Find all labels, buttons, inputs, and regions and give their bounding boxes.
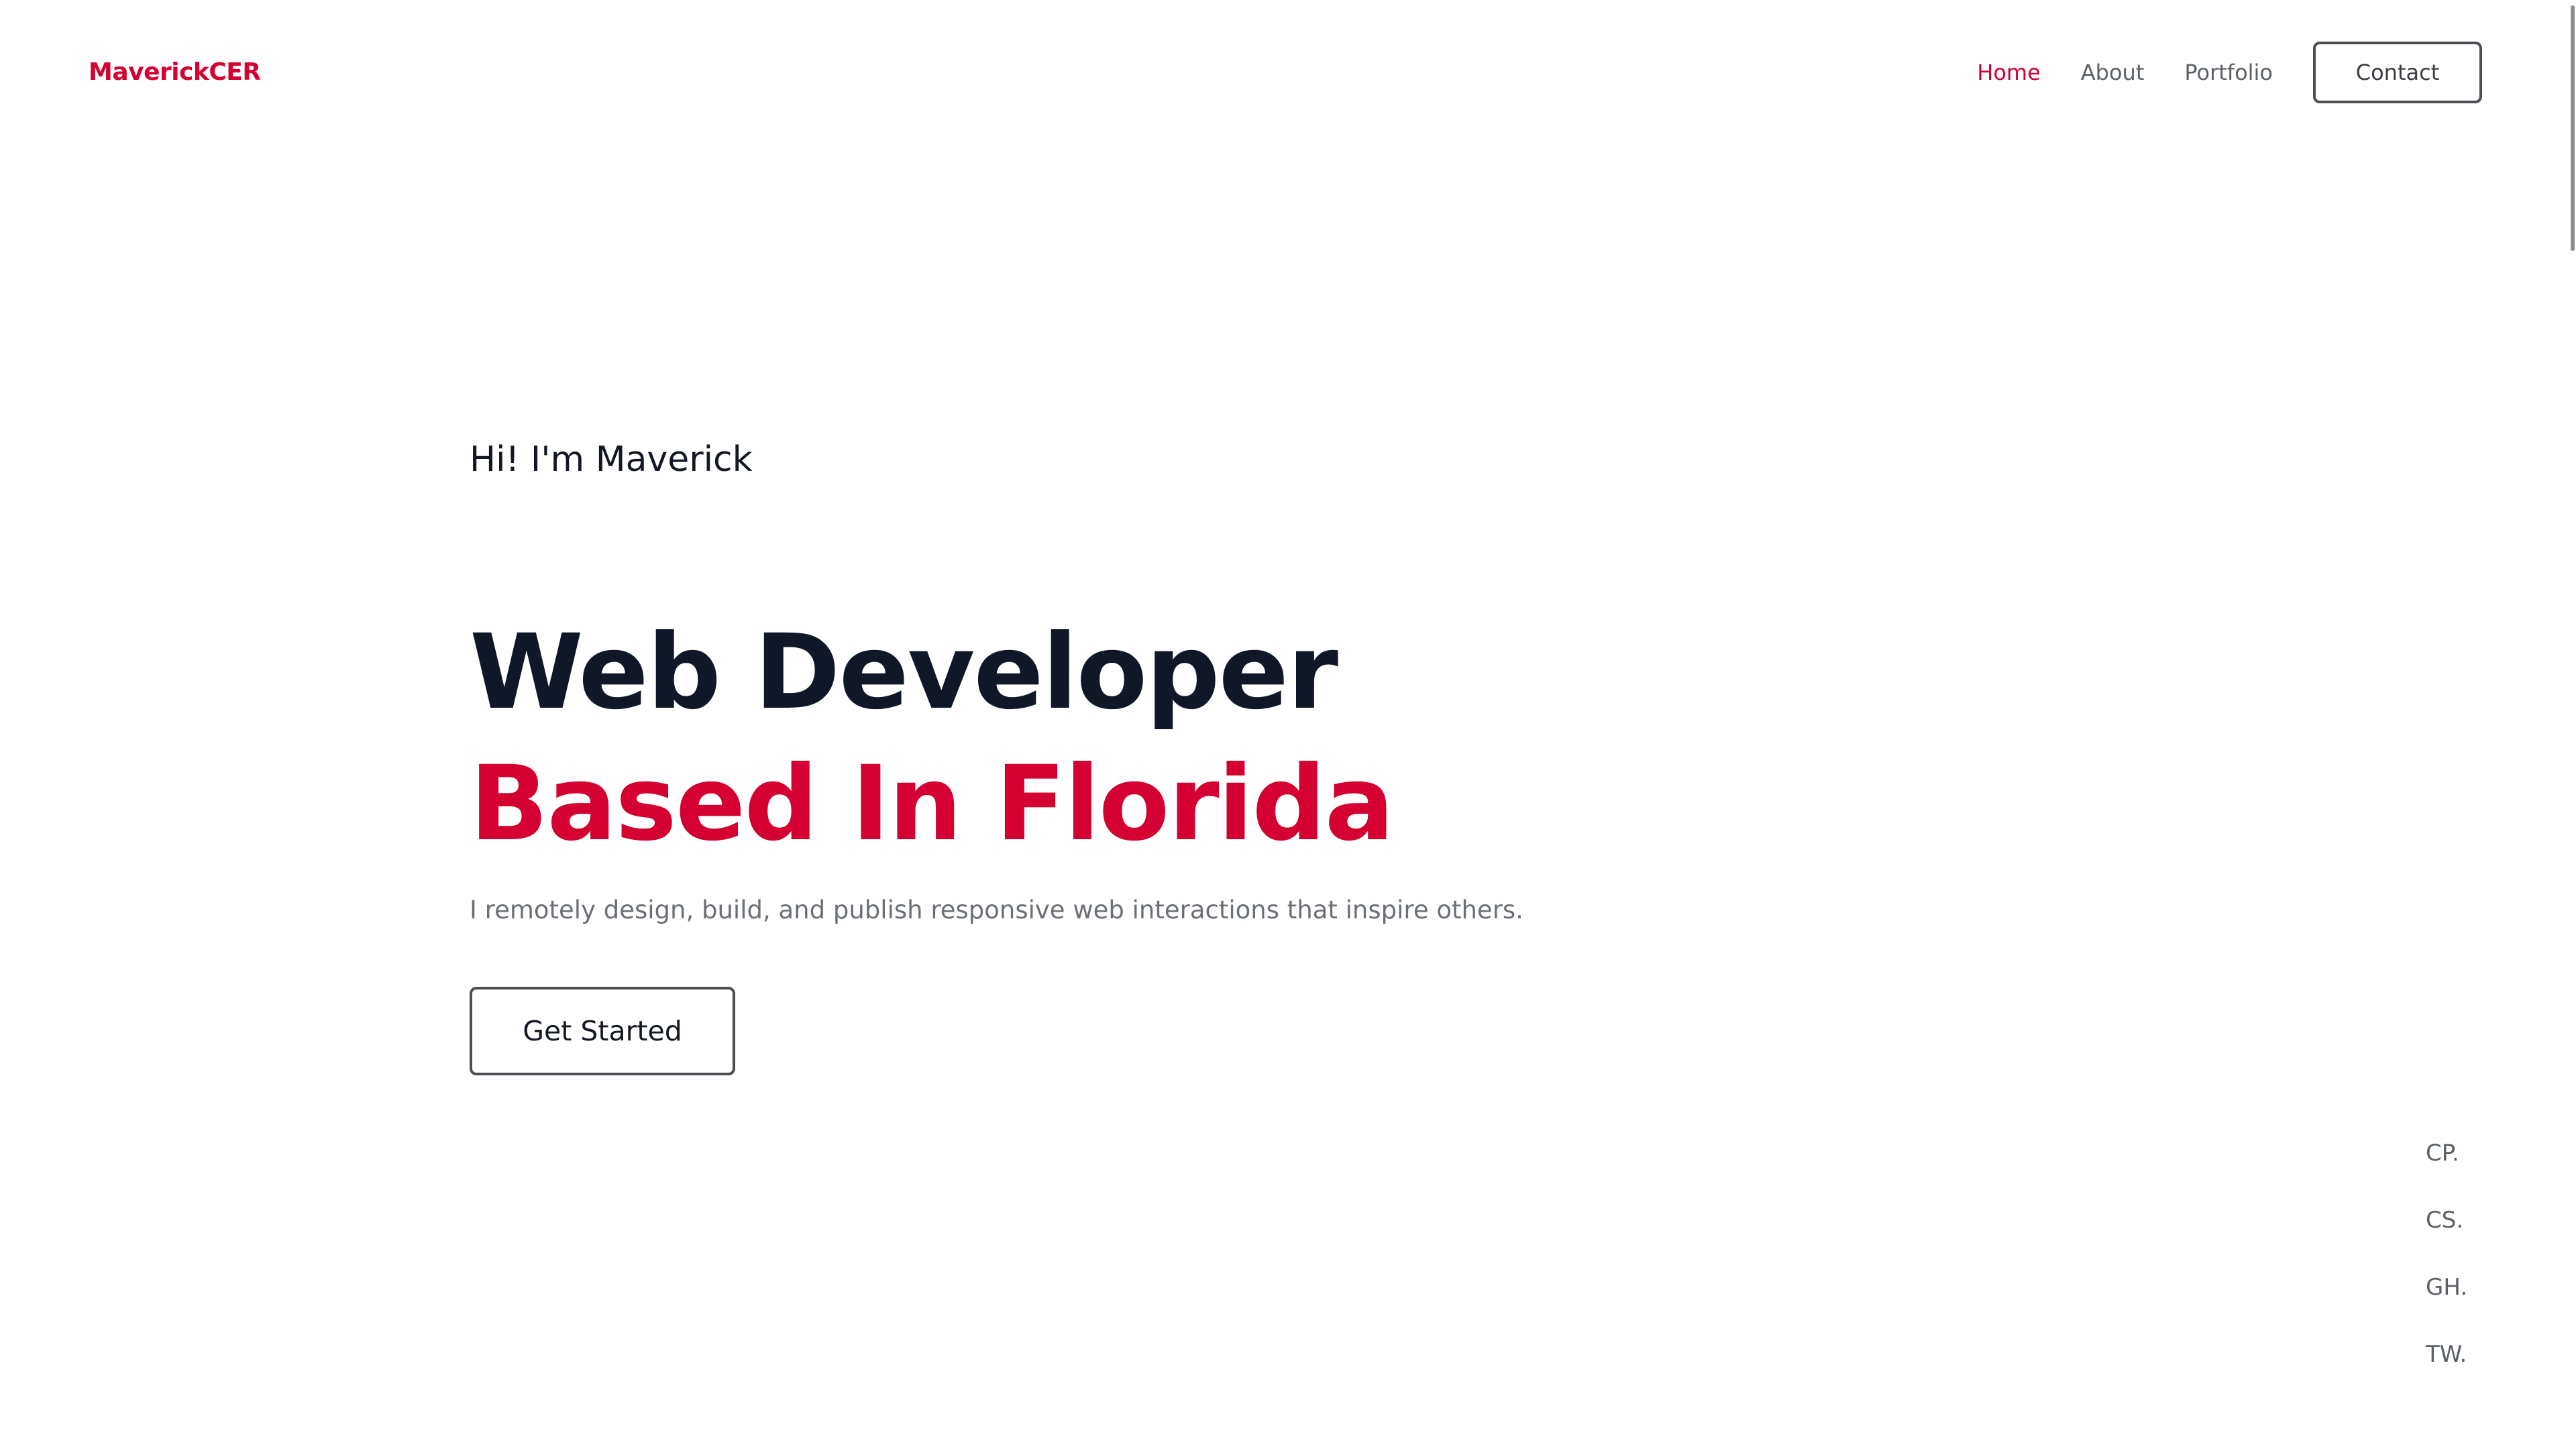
hero-subtitle: I remotely design, build, and publish re… <box>470 896 1523 924</box>
hero-section: Hi! I'm Maverick Web Developer Based In … <box>470 429 1523 1075</box>
headline-line-1: Web Developer <box>470 612 1338 733</box>
social-links: CP. CS. GH. TW. <box>2426 1136 2467 1405</box>
social-link-tw[interactable]: TW. <box>2426 1338 2467 1371</box>
hero-headline: Web Developer Based In Florida <box>470 607 1523 870</box>
site-logo[interactable]: MaverickCER <box>89 56 261 89</box>
main-nav: Home About Portfolio Contact <box>1977 40 2482 105</box>
get-started-button[interactable]: Get Started <box>470 987 735 1075</box>
social-link-gh[interactable]: GH. <box>2426 1271 2467 1304</box>
scrollbar-thumb[interactable] <box>2571 5 2575 251</box>
social-link-cs[interactable]: CS. <box>2426 1203 2467 1237</box>
nav-about-link[interactable]: About <box>2081 60 2145 85</box>
nav-portfolio-link[interactable]: Portfolio <box>2184 60 2273 85</box>
scrollbar[interactable] <box>2567 0 2576 1449</box>
headline-line-2: Based In Florida <box>470 744 1394 864</box>
hero-greeting: Hi! I'm Maverick <box>470 439 753 480</box>
contact-button[interactable]: Contact <box>2313 42 2482 103</box>
page: MaverickCER Home About Portfolio Contact… <box>0 0 2576 1449</box>
social-link-cp[interactable]: CP. <box>2426 1136 2467 1170</box>
nav-home-link[interactable]: Home <box>1977 60 2041 85</box>
